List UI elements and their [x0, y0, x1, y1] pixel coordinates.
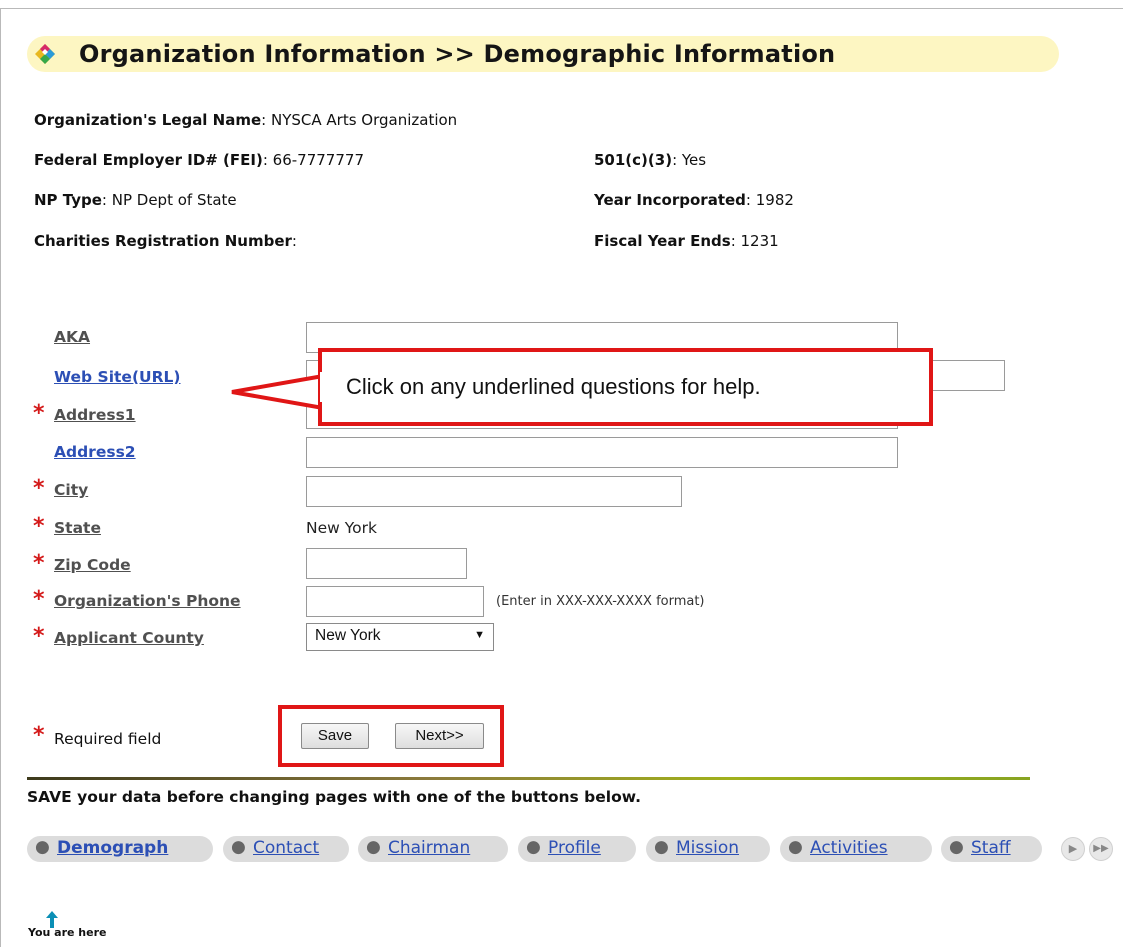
legal-name-value: : NYSCA Arts Organization [261, 111, 458, 129]
applicant-county-select[interactable]: New York ▼ [306, 623, 494, 651]
charities-row: Charities Registration Number: [34, 232, 297, 250]
city-input[interactable] [306, 476, 682, 507]
c3-row: 501(c)(3): Yes [594, 151, 706, 169]
next-tab-icon[interactable]: ▶ [1061, 837, 1085, 861]
bullet-icon: ● [366, 837, 381, 857]
state-value: New York [306, 519, 377, 537]
c3-label: 501(c)(3) [594, 151, 673, 169]
applicant-county-label[interactable]: Applicant County [54, 629, 204, 647]
year-incorporated-label: Year Incorporated [594, 191, 746, 209]
bullet-icon: ● [231, 837, 246, 857]
bullet-icon: ● [949, 837, 964, 857]
tab-mission[interactable]: ● Mission [646, 836, 770, 862]
charities-label: Charities Registration Number [34, 232, 292, 250]
year-incorporated-row: Year Incorporated: 1982 [594, 191, 794, 209]
help-callout-text: Click on any underlined questions for he… [346, 374, 761, 399]
c3-value: : Yes [672, 151, 707, 169]
aka-label[interactable]: AKA [54, 328, 90, 346]
fiscal-year-label: Fiscal Year Ends [594, 232, 731, 250]
zip-code-label[interactable]: Zip Code [54, 556, 131, 574]
tab-activities-label[interactable]: Activities [810, 838, 888, 858]
bullet-icon: ● [35, 837, 50, 857]
tab-demograph-label[interactable]: Demograph [57, 838, 168, 858]
tab-mission-label[interactable]: Mission [676, 838, 739, 858]
help-callout: Click on any underlined questions for he… [318, 348, 933, 426]
tab-activities[interactable]: ● Activities [780, 836, 932, 862]
address2-input[interactable] [306, 437, 898, 468]
window-left-border [0, 8, 1, 947]
fiscal-year-value: : 1231 [730, 232, 779, 250]
tab-staff-label[interactable]: Staff [971, 838, 1011, 858]
website-label[interactable]: Web Site(URL) [54, 368, 181, 386]
tab-contact[interactable]: ● Contact [223, 836, 349, 862]
required-field-note: Required field [54, 730, 162, 748]
fei-label: Federal Employer ID# (FEI) [34, 151, 263, 169]
diamond-logo-icon [35, 44, 55, 64]
section-divider [27, 777, 1030, 780]
window-top-border [0, 8, 1123, 9]
next-button[interactable]: Next>> [395, 723, 484, 749]
tab-profile-label[interactable]: Profile [548, 838, 601, 858]
required-star: * [33, 401, 45, 426]
bullet-icon: ● [788, 837, 803, 857]
last-tab-icon[interactable]: ▶▶ [1089, 837, 1113, 861]
phone-input[interactable] [306, 586, 484, 617]
save-button[interactable]: Save [301, 723, 369, 749]
year-incorporated-value: : 1982 [745, 191, 794, 209]
tab-demograph[interactable]: ● Demograph [27, 836, 213, 862]
city-label[interactable]: City [54, 481, 88, 499]
address2-label[interactable]: Address2 [54, 443, 136, 461]
applicant-county-value: New York [315, 627, 381, 644]
fiscal-year-row: Fiscal Year Ends: 1231 [594, 232, 779, 250]
callout-pointer [231, 373, 325, 411]
legal-name-label: Organization's Legal Name [34, 111, 262, 129]
dropdown-arrow-icon: ▼ [474, 629, 485, 641]
you-are-here-label: You are here [28, 926, 107, 939]
tab-profile[interactable]: ● Profile [518, 836, 636, 862]
fei-value: : 66-7777777 [262, 151, 364, 169]
np-type-row: NP Type: NP Dept of State [34, 191, 237, 209]
required-star: * [33, 587, 45, 612]
fei-row: Federal Employer ID# (FEI): 66-7777777 [34, 151, 364, 169]
required-star: * [33, 723, 45, 748]
callout-joint [320, 372, 328, 402]
required-star: * [33, 514, 45, 539]
zip-code-input[interactable] [306, 548, 467, 579]
address1-label[interactable]: Address1 [54, 406, 136, 424]
bullet-icon: ● [654, 837, 669, 857]
phone-format-hint: (Enter in XXX-XXX-XXXX format) [496, 594, 705, 609]
page-title: Organization Information >> Demographic … [79, 40, 836, 68]
phone-label[interactable]: Organization's Phone [54, 592, 241, 610]
tab-contact-label[interactable]: Contact [253, 838, 319, 858]
state-label[interactable]: State [54, 519, 101, 537]
tab-chairman-label[interactable]: Chairman [388, 838, 470, 858]
tab-chairman[interactable]: ● Chairman [358, 836, 508, 862]
charities-value: : [291, 232, 297, 250]
save-notice: SAVE your data before changing pages wit… [27, 788, 641, 806]
np-type-label: NP Type [34, 191, 102, 209]
legal-name-row: Organization's Legal Name: NYSCA Arts Or… [34, 111, 457, 129]
page-header: Organization Information >> Demographic … [27, 36, 1059, 72]
np-type-value: : NP Dept of State [101, 191, 237, 209]
required-star: * [33, 624, 45, 649]
tab-staff[interactable]: ● Staff [941, 836, 1042, 862]
required-star: * [33, 476, 45, 501]
required-star: * [33, 551, 45, 576]
bullet-icon: ● [526, 837, 541, 857]
